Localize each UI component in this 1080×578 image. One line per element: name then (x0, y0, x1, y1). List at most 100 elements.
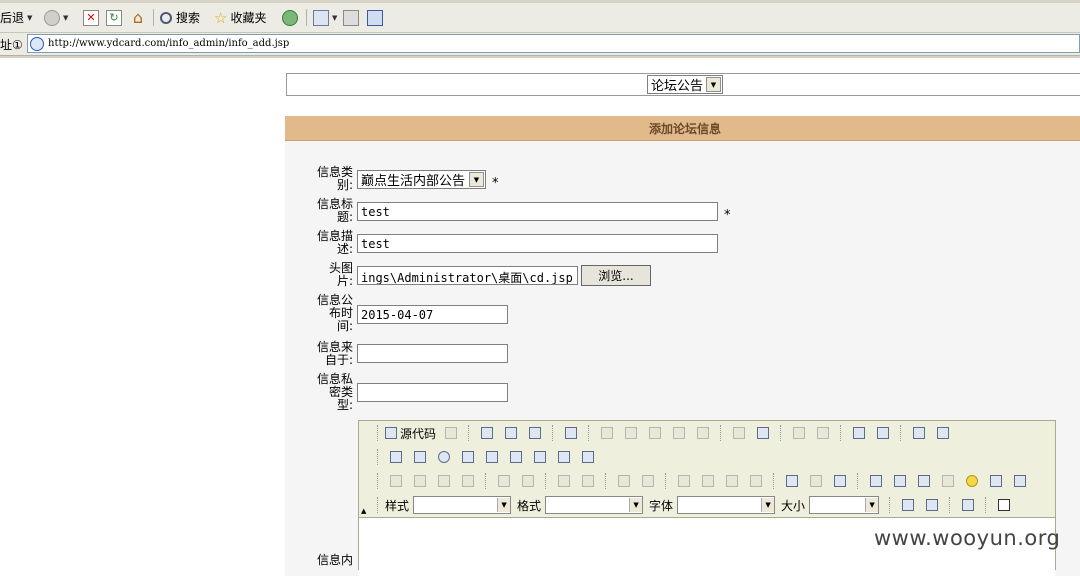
chevron-down-icon[interactable]: ▼ (497, 498, 511, 512)
outdent-button[interactable] (613, 471, 634, 491)
special-char-button[interactable] (985, 471, 1006, 491)
toolbar-divider (857, 473, 861, 489)
search-button[interactable]: 搜索 (160, 8, 200, 27)
unlink-button[interactable] (805, 471, 826, 491)
align-center-icon (701, 475, 714, 487)
chevron-down-icon[interactable]: ▼ (865, 498, 879, 512)
description-input[interactable]: test (357, 234, 718, 253)
image-button-button[interactable] (553, 447, 574, 467)
textarea-button[interactable] (481, 447, 502, 467)
textfield-button[interactable] (457, 447, 478, 467)
table-button[interactable] (913, 471, 934, 491)
back-button[interactable]: 后退 ▼ (0, 8, 32, 27)
horizontal-rule-button[interactable] (937, 471, 958, 491)
smiley-button[interactable] (961, 471, 982, 491)
doc-props-button[interactable] (440, 423, 461, 443)
redo-button[interactable] (812, 423, 833, 443)
paste-icon (648, 427, 661, 439)
preview-button[interactable] (524, 423, 545, 443)
align-justify-button[interactable] (745, 471, 766, 491)
print-button[interactable] (728, 423, 749, 443)
cut-button[interactable] (596, 423, 617, 443)
category-select[interactable]: 巅点生活内部公告 ▼ (357, 170, 486, 189)
bg-color-button[interactable] (921, 495, 942, 515)
spellcheck-button[interactable] (752, 423, 773, 443)
form-button[interactable] (385, 447, 406, 467)
title-input[interactable]: test (357, 202, 718, 221)
align-right-button[interactable] (721, 471, 742, 491)
unordered-list-icon (581, 475, 594, 487)
edit-button[interactable] (367, 8, 383, 27)
publish-time-input[interactable]: 2015-04-07 (357, 305, 508, 324)
address-input[interactable]: http://www.ydcard.com/info_admin/info_ad… (27, 34, 1080, 53)
chevron-down-icon[interactable]: ▼ (469, 172, 484, 187)
stop-button[interactable]: ✕ (83, 8, 99, 27)
page-break-button[interactable] (1009, 471, 1030, 491)
favorites-button[interactable]: ☆ 收藏夹 (214, 8, 266, 27)
category-label: 信息类别: (316, 165, 353, 192)
size-select[interactable]: ▼ (809, 496, 880, 514)
privacy-input[interactable] (357, 383, 508, 402)
format-select[interactable]: ▼ (545, 496, 644, 514)
save-button[interactable] (476, 423, 497, 443)
image-button[interactable] (865, 471, 886, 491)
forum-select[interactable]: 论坛公告 ▼ (647, 75, 723, 94)
ordered-list-button[interactable] (553, 471, 574, 491)
subscript-button[interactable] (493, 471, 514, 491)
mail-button[interactable]: ▼ (313, 8, 337, 27)
chevron-down-icon[interactable]: ▼ (63, 14, 68, 22)
replace-button[interactable] (872, 423, 893, 443)
chevron-down-icon[interactable]: ▼ (706, 77, 721, 92)
superscript-button[interactable] (517, 471, 538, 491)
browse-button[interactable]: 浏览... (581, 265, 651, 286)
required-mark: * (724, 208, 731, 223)
style-select[interactable]: ▼ (413, 496, 512, 514)
align-center-button[interactable] (697, 471, 718, 491)
show-blocks-button[interactable] (957, 495, 978, 515)
forward-button[interactable]: ▼ (44, 8, 68, 27)
refresh-button[interactable]: ↻ (106, 8, 122, 27)
bold-button[interactable] (385, 471, 406, 491)
paste-text-icon (672, 427, 685, 439)
paste-text-button[interactable] (668, 423, 689, 443)
about-button[interactable] (993, 495, 1014, 515)
refresh-icon: ↻ (106, 9, 122, 26)
head-image-file-input[interactable]: ings\Administrator\桌面\cd.jsp (357, 266, 578, 285)
font-select[interactable]: ▼ (677, 496, 776, 514)
source-code-button[interactable]: 源代码 (385, 423, 436, 443)
remove-format-button[interactable] (932, 423, 953, 443)
toolbar-collapse-icon[interactable]: ▲ (361, 507, 366, 515)
form-button-button[interactable] (529, 447, 550, 467)
chevron-down-icon[interactable]: ▼ (761, 498, 775, 512)
chevron-down-icon[interactable]: ▼ (629, 498, 643, 512)
italic-button[interactable] (409, 471, 430, 491)
chevron-down-icon[interactable]: ▼ (27, 14, 32, 22)
toolbar-divider (720, 425, 724, 441)
undo-button[interactable] (788, 423, 809, 443)
home-button[interactable]: ⌂ (130, 8, 146, 27)
print-button[interactable] (343, 8, 359, 27)
link-button[interactable] (781, 471, 802, 491)
flash-button[interactable] (889, 471, 910, 491)
hidden-field-button[interactable] (577, 447, 598, 467)
unordered-list-button[interactable] (577, 471, 598, 491)
chevron-down-icon[interactable]: ▼ (332, 14, 337, 22)
new-page-button[interactable] (500, 423, 521, 443)
indent-button[interactable] (637, 471, 658, 491)
text-color-button[interactable] (897, 495, 918, 515)
underline-button[interactable] (433, 471, 454, 491)
select-field-button[interactable] (505, 447, 526, 467)
paste-button[interactable] (644, 423, 665, 443)
source-input[interactable] (357, 344, 508, 363)
checkbox-button[interactable] (409, 447, 430, 467)
anchor-button[interactable] (829, 471, 850, 491)
select-all-button[interactable] (908, 423, 929, 443)
history-button[interactable] (282, 8, 298, 27)
find-button[interactable] (848, 423, 869, 443)
paste-word-button[interactable] (692, 423, 713, 443)
templates-button[interactable] (560, 423, 581, 443)
strike-button[interactable] (457, 471, 478, 491)
copy-button[interactable] (620, 423, 641, 443)
radio-button[interactable] (433, 447, 454, 467)
align-left-button[interactable] (673, 471, 694, 491)
